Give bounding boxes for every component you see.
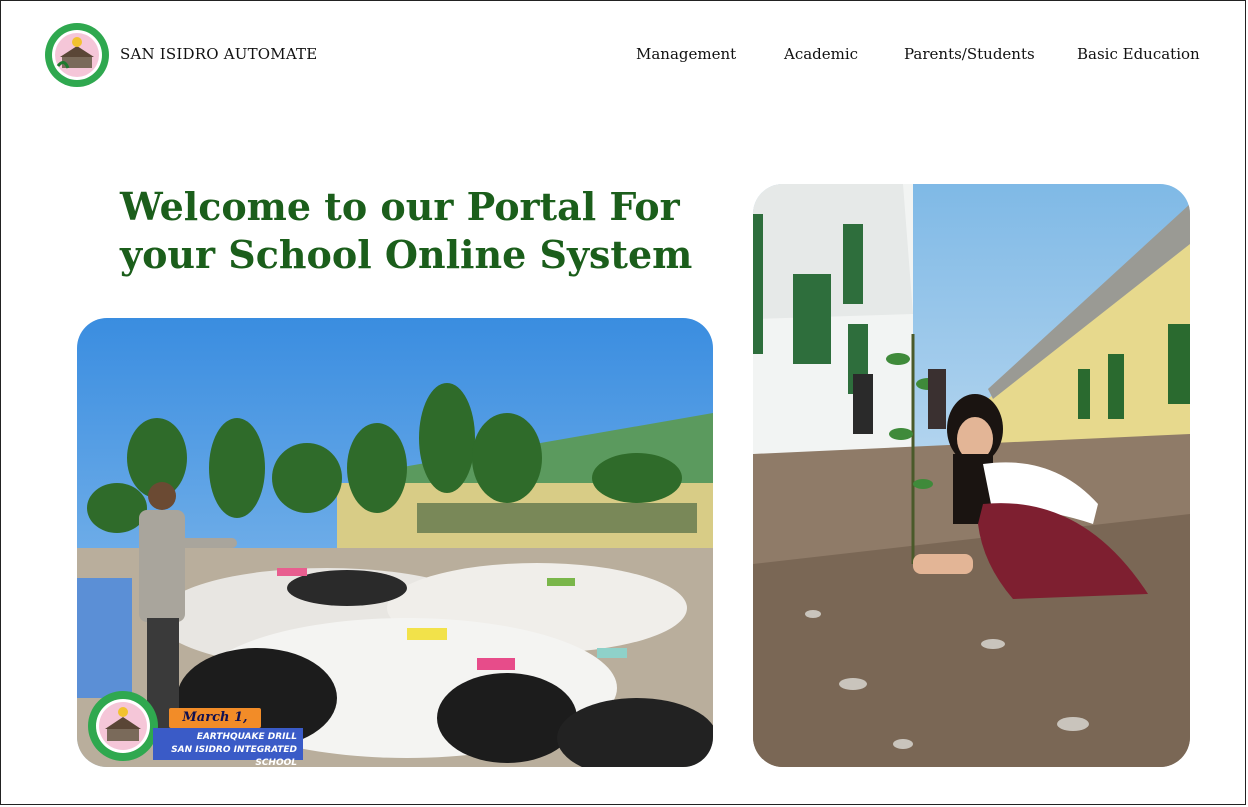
- earthquake-drill-photo: March 1, 2023 EARTHQUAKE DRILL SAN ISIDR…: [77, 318, 713, 767]
- nav-basic-education[interactable]: Basic Education: [1077, 45, 1200, 63]
- hero-title: Welcome to our Portal For your School On…: [120, 184, 693, 277]
- nav-academic[interactable]: Academic: [784, 45, 858, 63]
- main-nav: Management Academic Parents/Students Bas…: [0, 45, 1248, 67]
- nav-parents-students[interactable]: Parents/Students: [904, 45, 1035, 63]
- badge-date: March 1, 2023: [169, 708, 261, 745]
- nav-management[interactable]: Management: [636, 45, 736, 63]
- badge-caption-line2: SAN ISIDRO INTEGRATED SCHOOL: [171, 745, 297, 767]
- event-badge: March 1, 2023 EARTHQUAKE DRILL SAN ISIDR…: [87, 690, 377, 767]
- badge-caption: EARTHQUAKE DRILL SAN ISIDRO INTEGRATED S…: [153, 728, 303, 767]
- badge-caption-line1: EARTHQUAKE DRILL: [196, 732, 297, 742]
- school-seal-icon: [88, 691, 158, 761]
- tree-planting-photo: [753, 184, 1190, 767]
